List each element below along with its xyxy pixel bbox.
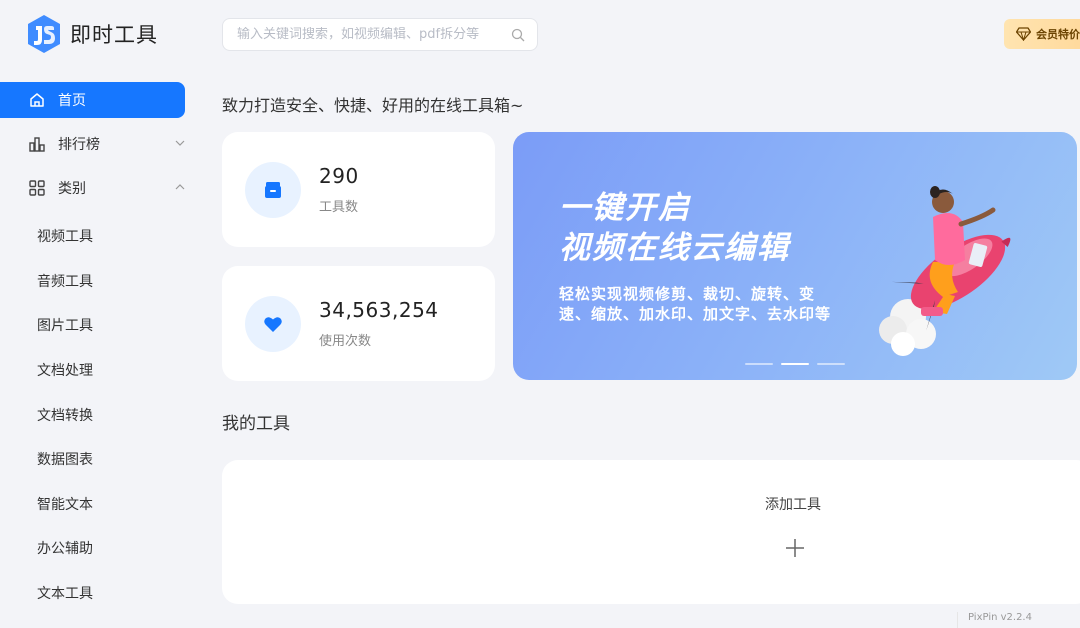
stat-card-usage: 34,563,254 使用次数 — [222, 266, 495, 381]
sidebar-item-audio-tools[interactable]: 音频工具 — [0, 259, 200, 304]
rocket-rider-illustration — [879, 186, 1011, 356]
my-tools-panel: 添加工具 — [222, 460, 1080, 604]
sidebar-item-video-tools[interactable]: 视频工具 — [0, 214, 200, 259]
chevron-up-icon — [175, 184, 185, 190]
banner-title-line2: 视频在线云编辑 — [559, 230, 790, 266]
promo-banner[interactable]: 一键开启 视频在线云编辑 轻松实现视频修剪、裁切、旋转、变 速、缩放、加水印、加… — [513, 132, 1077, 380]
page-slogan: 致力打造安全、快捷、好用的在线工具箱~ — [222, 96, 524, 115]
banner-title-line1: 一键开启 — [559, 190, 691, 226]
banner-subtitle-line1: 轻松实现视频修剪、裁切、旋转、变 — [559, 285, 816, 303]
sidebar-item-label: 首页 — [58, 93, 86, 109]
sidebar-item-text-tools[interactable]: 文本工具 — [0, 571, 200, 616]
usage-count-label: 使用次数 — [319, 334, 372, 349]
heart-icon — [264, 316, 282, 332]
app-root: 即时工具 首页 排行榜 类别 视频工具 音频工具 图片工具 文档处理 文档转换 … — [0, 0, 1080, 628]
sidebar-item-ranking[interactable]: 排行榜 — [0, 126, 185, 162]
sidebar: 即时工具 首页 排行榜 类别 视频工具 音频工具 图片工具 文档处理 文档转换 … — [0, 0, 200, 628]
app-title: 即时工具 — [70, 23, 158, 47]
stat-card-tools: 290 工具数 — [222, 132, 495, 247]
sidebar-item-label: 排行榜 — [58, 137, 100, 153]
add-tool-label[interactable]: 添加工具 — [765, 494, 821, 514]
app-version-watermark: PixPin v2.2.4 — [957, 612, 1037, 628]
search-box — [222, 18, 538, 51]
sidebar-nav: 首页 排行榜 类别 视频工具 音频工具 图片工具 文档处理 文档转换 数据图表 … — [0, 82, 200, 615]
sidebar-item-home[interactable]: 首页 — [0, 82, 185, 118]
sidebar-item-label: 类别 — [58, 181, 86, 197]
logo-icon — [28, 15, 60, 53]
chevron-down-icon — [175, 140, 185, 146]
diamond-icon — [1016, 27, 1031, 41]
category-sub-list: 视频工具 音频工具 图片工具 文档处理 文档转换 数据图表 智能文本 办公辅助 … — [0, 214, 200, 615]
home-icon — [28, 91, 46, 109]
sidebar-item-image-tools[interactable]: 图片工具 — [0, 303, 200, 348]
sidebar-item-category[interactable]: 类别 — [0, 170, 185, 206]
carousel-dot-active[interactable] — [781, 363, 809, 365]
vip-promo-button[interactable]: 会员特价 — [1004, 19, 1080, 49]
stat-icon-bg — [245, 295, 301, 352]
banner-subtitle-line2: 速、缩放、加水印、加文字、去水印等 — [559, 305, 832, 323]
sidebar-item-data-charts[interactable]: 数据图表 — [0, 437, 200, 482]
my-tools-title: 我的工具 — [222, 414, 290, 434]
search-input[interactable] — [237, 27, 511, 42]
tool-count-label: 工具数 — [319, 200, 359, 215]
sidebar-item-office-assist[interactable]: 办公辅助 — [0, 526, 200, 571]
vip-label: 会员特价 — [1036, 28, 1080, 41]
bar-chart-icon — [28, 135, 46, 153]
sidebar-item-smart-text[interactable]: 智能文本 — [0, 482, 200, 527]
carousel-indicators — [745, 363, 845, 365]
search-icon[interactable] — [511, 28, 525, 42]
box-icon — [265, 181, 281, 198]
tool-count-value: 290 — [319, 164, 359, 188]
usage-count-value: 34,563,254 — [319, 298, 439, 322]
carousel-dot[interactable] — [817, 363, 845, 365]
carousel-dot[interactable] — [745, 363, 773, 365]
sidebar-item-document-processing[interactable]: 文档处理 — [0, 348, 200, 393]
stat-icon-bg — [245, 161, 301, 218]
sidebar-item-document-conversion[interactable]: 文档转换 — [0, 392, 200, 437]
grid-icon — [28, 179, 46, 197]
plus-icon[interactable] — [785, 538, 805, 558]
logo[interactable]: 即时工具 — [26, 14, 158, 54]
